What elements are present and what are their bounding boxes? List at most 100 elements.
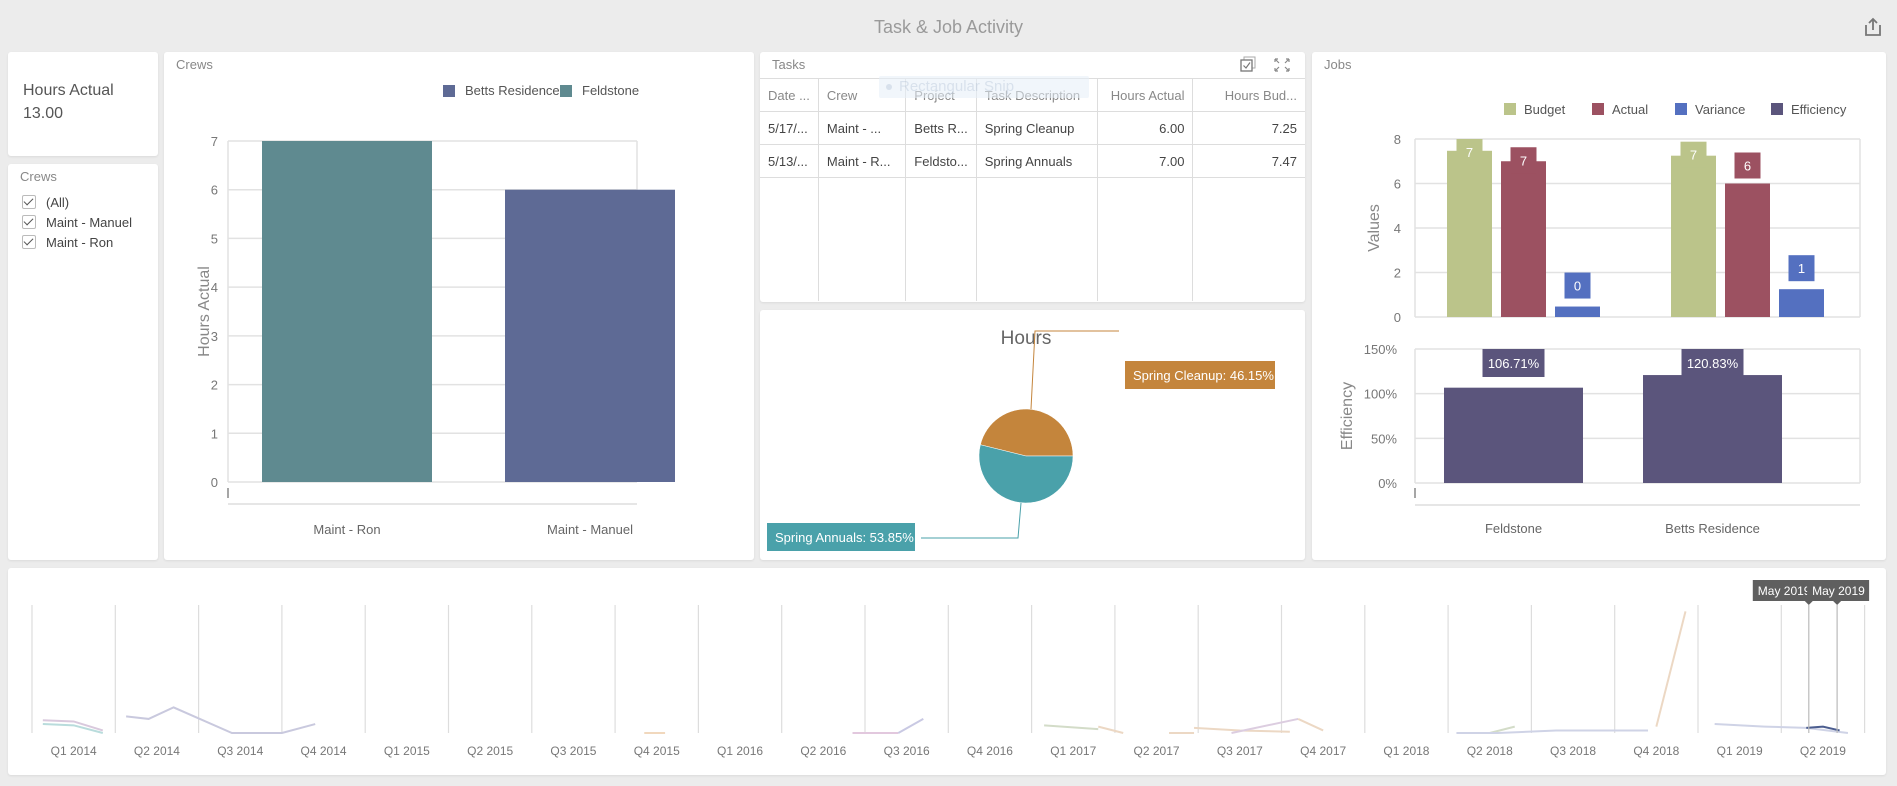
x-tick-label: Betts Residence (1665, 521, 1760, 536)
leader-line (921, 502, 1022, 539)
hours-pie-chart: HoursSpring Cleanup: 46.15%Spring Annual… (767, 328, 1275, 551)
crews-chart-panel: Crews Betts Residence Feldstone 0 1 2 3 4 5 6 7 Ho… (164, 52, 754, 560)
cell-crew: Maint - R... (818, 144, 907, 178)
x-tick-label: Q1 2019 (1717, 744, 1763, 758)
selection-end-label: May 2019 (1812, 584, 1865, 598)
legend-swatch (1592, 103, 1604, 115)
cell-project: Feldsto... (905, 144, 977, 178)
checkbox[interactable] (22, 235, 36, 249)
filter-item-label: (All) (46, 194, 70, 210)
y-axis-label: Values (1366, 204, 1383, 252)
x-tick-label: Q1 2018 (1383, 744, 1429, 758)
data-label: 7 (1520, 153, 1527, 168)
cell-date: 5/17/... (760, 111, 819, 145)
x-tick-label: Q4 2017 (1300, 744, 1346, 758)
bar-maint-ron (262, 141, 432, 482)
dashboard-title: Task & Job Activity (873, 17, 1024, 37)
y-tick-label: 5 (211, 231, 218, 246)
cell-project: Betts R... (905, 111, 977, 145)
data-label: 7 (1466, 145, 1473, 160)
x-tick-label: Q2 2018 (1467, 744, 1513, 758)
legend-label: Variance (1695, 102, 1745, 117)
data-label: 0 (1574, 279, 1581, 294)
legend-label: Budget (1524, 102, 1566, 117)
column-header-date[interactable]: Date ... (760, 78, 819, 112)
data-label: 6 (1744, 159, 1751, 174)
data-label: 1 (1798, 261, 1805, 276)
filter-item-all[interactable]: (All) (22, 192, 132, 212)
timeline-series-line (897, 718, 924, 734)
y-tick-label: 6 (1394, 177, 1401, 192)
filter-item-maint-ron[interactable]: Maint - Ron (22, 232, 132, 252)
jobs-chart: Budget Actual Variance Efficiency 0 2 4 6 8 Value… (1339, 102, 1861, 536)
bar-maint-manuel (505, 189, 675, 482)
bar-budget (1671, 155, 1716, 317)
timeline-series-line (1456, 729, 1649, 734)
column-header-hours-budget[interactable]: Hours Bud... (1192, 78, 1305, 112)
x-tick-label: Q3 2017 (1217, 744, 1263, 758)
maximize-button[interactable] (1273, 57, 1291, 78)
x-tick-label: Feldstone (1485, 521, 1542, 536)
y-tick-label: 0 (211, 475, 218, 490)
data-label: 7 (1690, 148, 1697, 163)
column-header-hours-actual[interactable]: Hours Actual (1097, 78, 1194, 112)
x-tick-label: Q3 2018 (1550, 744, 1596, 758)
export-button[interactable] (1862, 16, 1884, 38)
cell-task-description: Spring Annuals (976, 144, 1098, 178)
legend-swatch (1771, 103, 1783, 115)
multi-select-button[interactable] (1238, 56, 1258, 79)
x-tick-label: Q4 2016 (967, 744, 1013, 758)
x-tick-label: Q3 2016 (884, 744, 930, 758)
data-label: 106.71% (1488, 356, 1540, 371)
legend-label: Actual (1612, 102, 1648, 117)
filter-item-maint-manuel[interactable]: Maint - Manuel (22, 212, 132, 232)
tasks-title: Tasks (772, 57, 806, 72)
hours-pie-panel: Hours Spring Cleanup: 46.15% Spring Annual… (760, 310, 1305, 560)
y-tick-label: 2 (1394, 266, 1401, 281)
y-tick-label: 150% (1364, 342, 1398, 357)
tooltip-pointer (1804, 601, 1813, 605)
x-tick-label: Q1 2014 (51, 744, 97, 758)
y-tick-label: 2 (211, 378, 218, 393)
bar-efficiency (1444, 387, 1583, 483)
table-row[interactable]: 5/13/... Maint - R... Feldsto... Spring … (760, 144, 1305, 178)
legend-swatch (1675, 103, 1687, 115)
export-icon (1865, 17, 1881, 36)
timeline-series-line (126, 706, 316, 734)
timeline-series-line (1097, 725, 1124, 734)
jobs-chart-panel: Jobs Budget Actual Variance Efficiency 0 2 4 6 8… (1312, 52, 1886, 560)
x-tick-label: Q4 2018 (1633, 744, 1679, 758)
selection-start-label: May 2019 (1758, 584, 1811, 598)
x-tick-label: Q3 2015 (550, 744, 596, 758)
y-tick-label: 4 (1394, 221, 1401, 236)
legend-label: Betts Residence (465, 83, 560, 98)
timeline-panel: Q1 2014 Q2 2014 Q3 2014 Q4 2014 Q1 2015 Q2 20… (8, 568, 1886, 775)
x-tick-label: Q1 2015 (384, 744, 430, 758)
crew-filter-panel: Crews (All) Maint - Manuel Maint - Ron (8, 164, 158, 560)
bar-actual (1501, 161, 1546, 317)
bar-actual (1725, 183, 1770, 317)
cell-hours-actual: 7.00 (1097, 144, 1194, 178)
filter-item-label: Maint - Manuel (46, 214, 132, 230)
pie-label: Spring Annuals: 53.85% (775, 530, 914, 545)
timeline-range-selector[interactable]: Q1 2014 Q2 2014 Q3 2014 Q4 2014 Q1 2015 Q2 20… (8, 568, 1886, 775)
y-tick-label: 1 (211, 426, 218, 441)
y-axis-label: Hours Actual (196, 266, 213, 357)
legend-swatch (443, 85, 455, 97)
multi-select-icon (1240, 56, 1256, 72)
checkbox[interactable] (22, 195, 36, 209)
x-tick-label: Q2 2017 (1134, 744, 1180, 758)
table-row[interactable]: 5/17/... Maint - ... Betts R... Spring C… (760, 111, 1305, 145)
legend-label: Efficiency (1791, 102, 1847, 117)
x-tick-label: Maint - Ron (313, 522, 380, 537)
y-tick-label: 7 (211, 134, 218, 149)
legend-swatch (560, 85, 572, 97)
bar-budget (1447, 150, 1492, 317)
x-tick-label: Q2 2019 (1800, 744, 1846, 758)
legend-label: Feldstone (582, 83, 639, 98)
bar-variance (1555, 306, 1600, 317)
crew-filter-title: Crews (20, 169, 57, 184)
x-tick-label: Maint - Manuel (547, 522, 633, 537)
cell-task-description: Spring Cleanup (976, 111, 1098, 145)
checkbox[interactable] (22, 215, 36, 229)
